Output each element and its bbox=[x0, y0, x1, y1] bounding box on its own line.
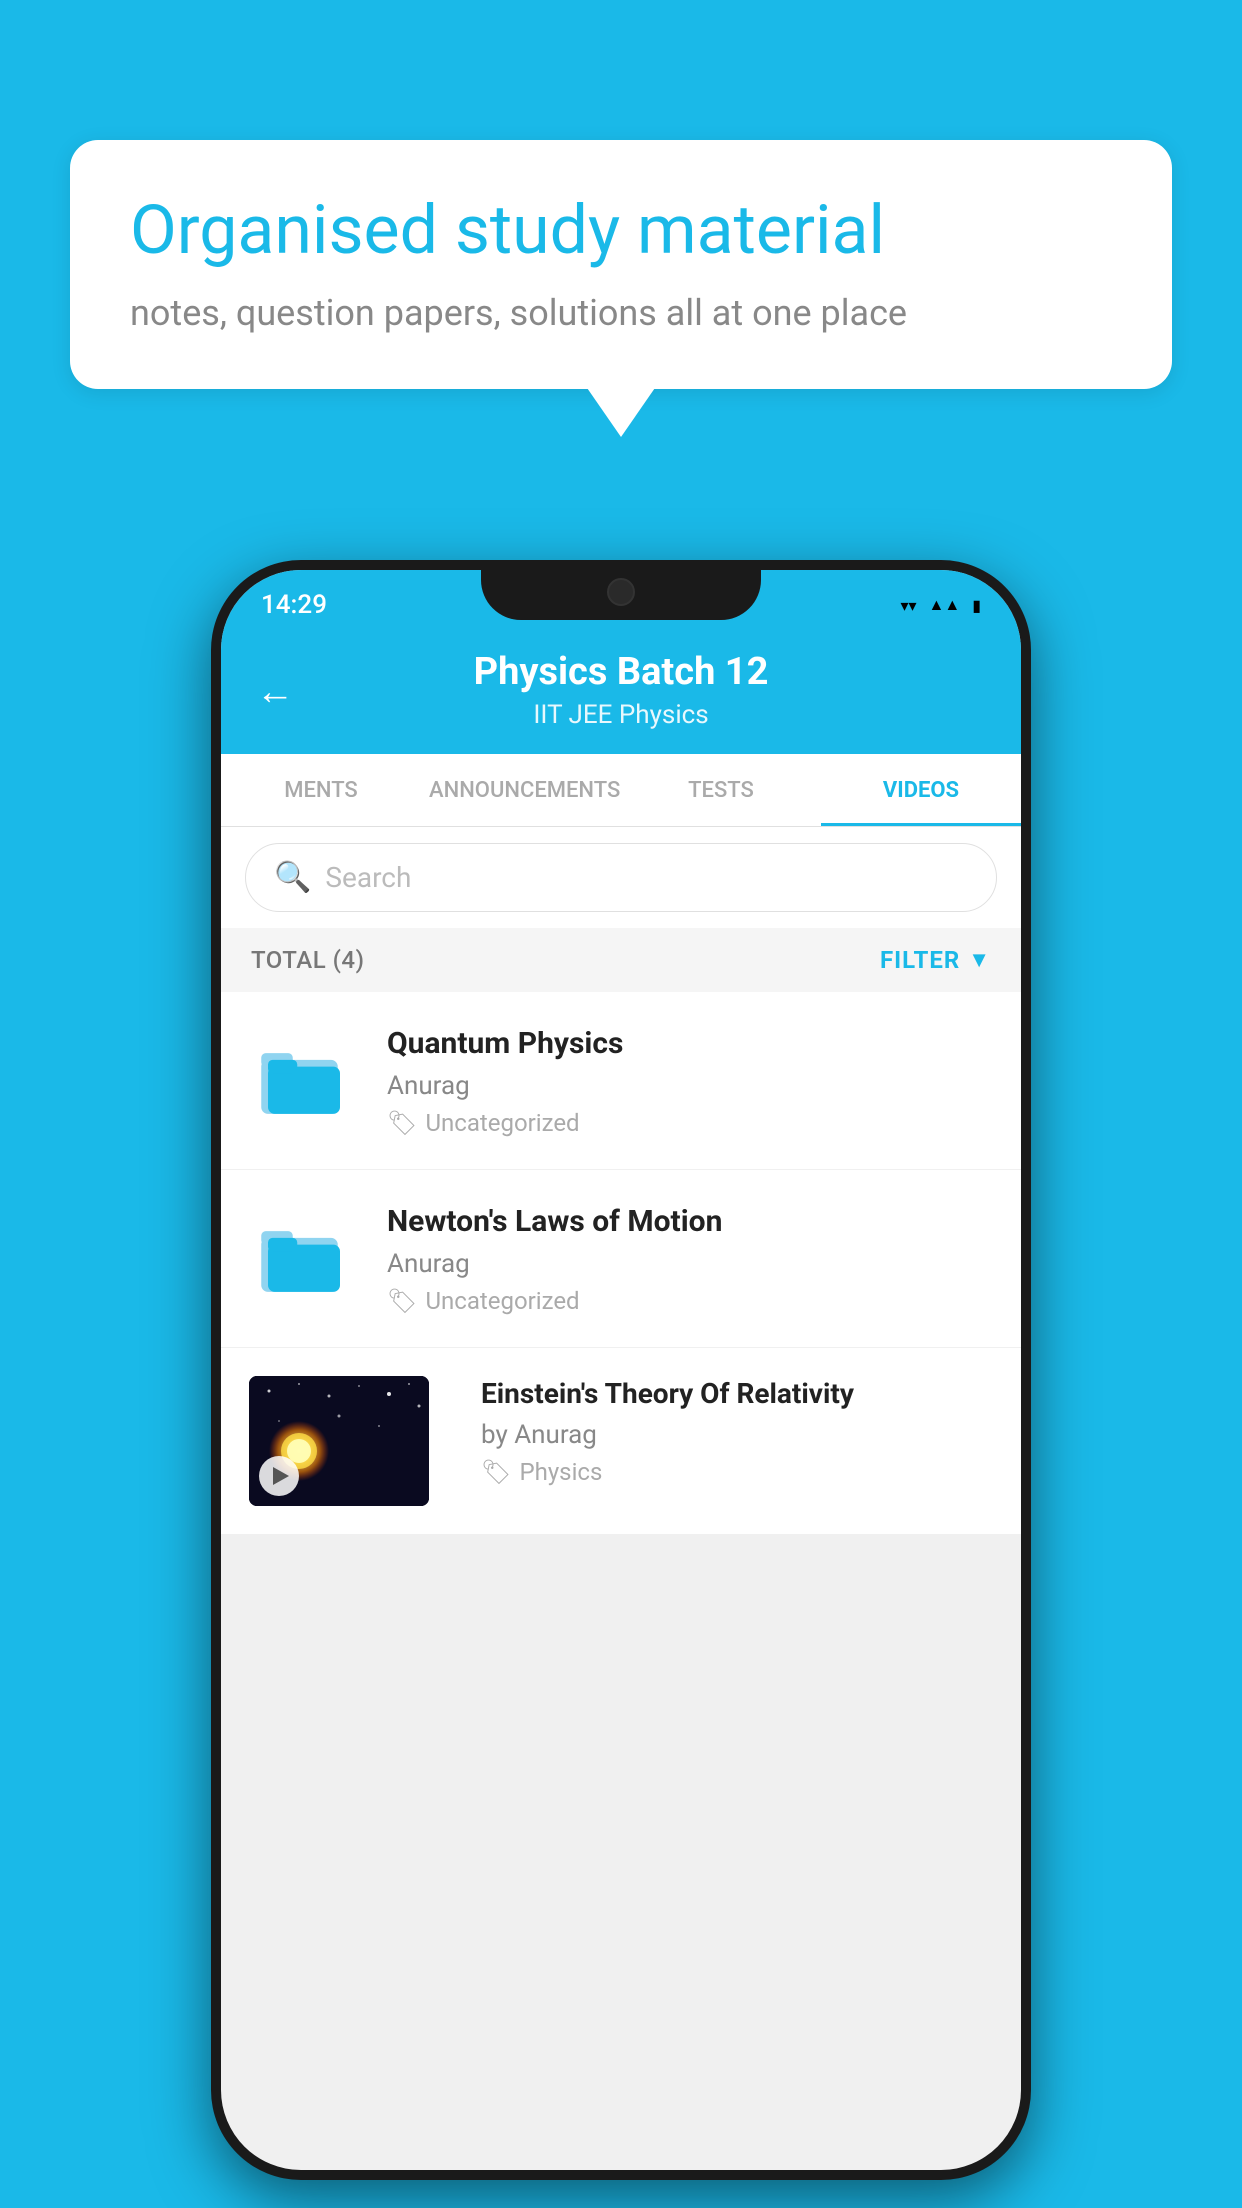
phone-camera bbox=[607, 578, 635, 606]
filter-button[interactable]: FILTER ▼ bbox=[880, 946, 991, 974]
video-title: Einstein's Theory Of Relativity bbox=[481, 1376, 993, 1412]
list-item[interactable]: Einstein's Theory Of Relativity by Anura… bbox=[221, 1348, 1021, 1535]
search-container: 🔍 Search bbox=[221, 827, 1021, 928]
speech-bubble: Organised study material notes, question… bbox=[70, 140, 1172, 389]
phone-notch bbox=[481, 560, 761, 620]
video-info: Newton's Laws of Motion Anurag 🏷 Uncateg… bbox=[387, 1202, 993, 1315]
header-subtitle: IIT JEE Physics bbox=[261, 700, 981, 730]
wifi-icon: ▾▾ bbox=[900, 596, 916, 615]
video-title: Quantum Physics bbox=[387, 1024, 993, 1063]
filter-label: FILTER bbox=[880, 946, 960, 974]
filter-bar: TOTAL (4) FILTER ▼ bbox=[221, 928, 1021, 992]
folder-thumbnail bbox=[249, 1202, 359, 1312]
signal-icon: ▲▲ bbox=[929, 595, 961, 615]
video-tag: 🏷 Physics bbox=[481, 1458, 993, 1486]
video-author: by Anurag bbox=[481, 1420, 993, 1450]
tag-label: Uncategorized bbox=[425, 1109, 579, 1137]
total-count: TOTAL (4) bbox=[251, 946, 364, 974]
play-button[interactable] bbox=[259, 1456, 299, 1496]
status-time: 14:29 bbox=[261, 590, 327, 620]
video-thumbnail bbox=[249, 1376, 429, 1506]
tab-bar: MENTS ANNOUNCEMENTS TESTS VIDEOS bbox=[221, 754, 1021, 827]
tab-announcements[interactable]: ANNOUNCEMENTS bbox=[421, 754, 621, 826]
app-header: ← Physics Batch 12 IIT JEE Physics bbox=[221, 630, 1021, 754]
search-icon: 🔍 bbox=[274, 860, 311, 895]
video-tag: 🏷 Uncategorized bbox=[387, 1109, 993, 1137]
video-author: Anurag bbox=[387, 1249, 993, 1279]
tab-ments[interactable]: MENTS bbox=[221, 754, 421, 826]
video-info: Quantum Physics Anurag 🏷 Uncategorized bbox=[387, 1024, 993, 1137]
video-tag: 🏷 Uncategorized bbox=[387, 1287, 993, 1315]
phone-wrapper: 14:29 ▾▾ ▲▲ ▮ ← Physics Batch 12 IIT JEE… bbox=[211, 560, 1031, 2180]
tab-videos[interactable]: VIDEOS bbox=[821, 754, 1021, 826]
video-info: Einstein's Theory Of Relativity by Anura… bbox=[481, 1376, 993, 1486]
list-item[interactable]: Quantum Physics Anurag 🏷 Uncategorized bbox=[221, 992, 1021, 1170]
phone-screen: 14:29 ▾▾ ▲▲ ▮ ← Physics Batch 12 IIT JEE… bbox=[221, 570, 1021, 2170]
video-title: Newton's Laws of Motion bbox=[387, 1202, 993, 1241]
battery-icon: ▮ bbox=[972, 596, 981, 615]
back-button[interactable]: ← bbox=[256, 670, 294, 714]
bubble-title: Organised study material bbox=[130, 190, 1112, 272]
tag-icon: 🏷 bbox=[387, 1109, 417, 1137]
video-list: Quantum Physics Anurag 🏷 Uncategorized bbox=[221, 992, 1021, 1535]
video-author: Anurag bbox=[387, 1071, 993, 1101]
tag-label: Physics bbox=[519, 1458, 602, 1486]
list-item[interactable]: Newton's Laws of Motion Anurag 🏷 Uncateg… bbox=[221, 1170, 1021, 1348]
search-box[interactable]: 🔍 Search bbox=[245, 843, 997, 912]
phone-outer: 14:29 ▾▾ ▲▲ ▮ ← Physics Batch 12 IIT JEE… bbox=[211, 560, 1031, 2180]
status-icons: ▾▾ ▲▲ ▮ bbox=[900, 595, 981, 615]
filter-icon: ▼ bbox=[968, 947, 991, 973]
play-icon bbox=[273, 1467, 289, 1485]
folder-thumbnail bbox=[249, 1024, 359, 1134]
tab-tests[interactable]: TESTS bbox=[621, 754, 821, 826]
tag-icon: 🏷 bbox=[481, 1458, 511, 1486]
bubble-subtitle: notes, question papers, solutions all at… bbox=[130, 292, 1112, 334]
header-title: Physics Batch 12 bbox=[261, 650, 981, 696]
search-input[interactable]: Search bbox=[325, 861, 411, 894]
tag-icon: 🏷 bbox=[387, 1287, 417, 1315]
tag-label: Uncategorized bbox=[425, 1287, 579, 1315]
